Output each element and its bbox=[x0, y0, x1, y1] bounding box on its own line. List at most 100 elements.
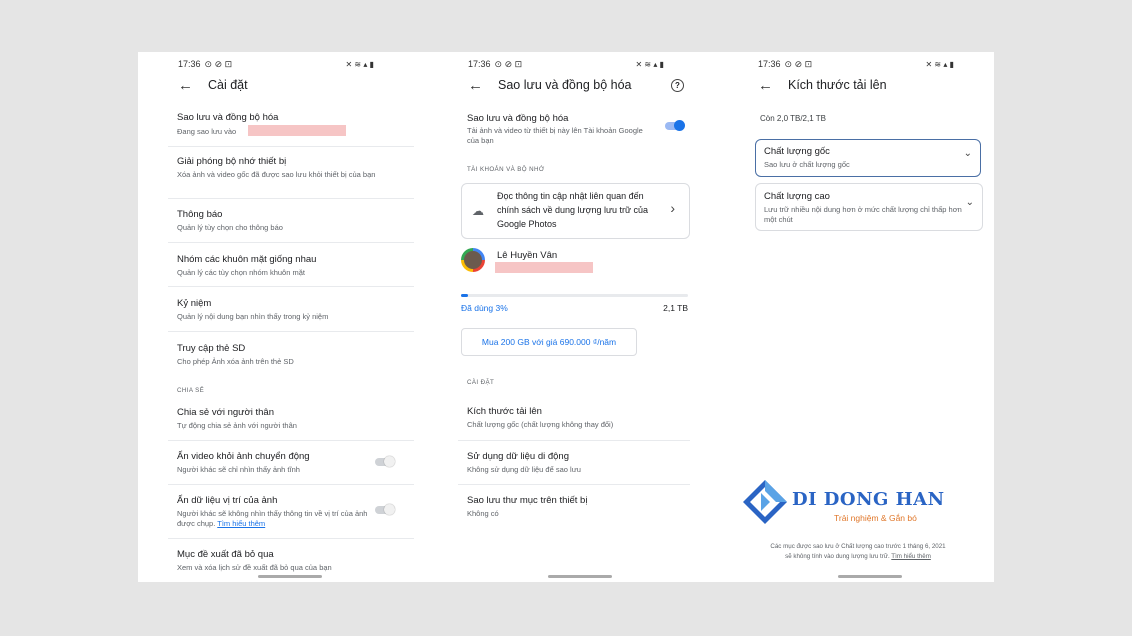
item-subtitle: Người khác sẽ không nhìn thấy thông tin … bbox=[177, 509, 368, 528]
avatar bbox=[461, 248, 485, 272]
account-name: Lê Huyền Vân bbox=[497, 250, 558, 261]
item-title: Kích thước tải lên bbox=[467, 406, 542, 417]
motion-video-toggle[interactable] bbox=[375, 456, 395, 467]
section-header-account: TÀI KHOẢN VÀ BỘ NHỚ bbox=[467, 166, 545, 173]
item-subtitle: Không có bbox=[467, 509, 499, 518]
item-title: Kỷ niệm bbox=[177, 298, 212, 309]
option-original-quality[interactable]: Chất lượng gốc Sao lưu ở chất lượng gốc … bbox=[755, 139, 981, 177]
phone-settings: 17:36 ⊙ ⊘ ⊡ ✕ ≋ ▴ ▮ ← Cài đặt Sao lưu và … bbox=[138, 52, 414, 582]
item-title: Chia sẻ với người thân bbox=[177, 407, 274, 418]
back-arrow-icon[interactable]: ← bbox=[468, 77, 498, 94]
item-title: Ẩn dữ liệu vị trí của ảnh bbox=[177, 495, 278, 506]
didonghan-logo-icon bbox=[743, 480, 787, 524]
watermark-tagline: Trải nghiệm & Gắn bó bbox=[834, 513, 917, 523]
section-header-share: CHIA SẺ bbox=[177, 387, 205, 394]
redacted-email bbox=[495, 262, 593, 273]
item-subtitle: Quản lý tùy chọn cho thông báo bbox=[177, 223, 283, 232]
redacted-email bbox=[248, 125, 346, 136]
storage-bar bbox=[461, 294, 688, 297]
policy-update-card[interactable]: ☁ Đọc thông tin cập nhật liên quan đến c… bbox=[461, 183, 690, 239]
help-icon[interactable]: ? bbox=[671, 78, 684, 92]
item-subtitle: Tự động chia sẻ ảnh với người thân bbox=[177, 421, 297, 430]
learn-more-link[interactable]: Tìm hiểu thêm bbox=[891, 553, 931, 560]
setting-device-folders[interactable]: Sao lưu thư mục trên thiết bị Không có bbox=[458, 484, 704, 528]
status-time: 17:36 bbox=[758, 59, 781, 69]
backup-subtitle: Tải ảnh và video từ thiết bị này lên Tài… bbox=[467, 126, 643, 145]
item-title: Ẩn video khỏi ảnh chuyển động bbox=[177, 451, 310, 462]
option-high-quality[interactable]: Chất lượng cao Lưu trữ nhiều nội dung hơ… bbox=[755, 183, 983, 231]
item-title: Truy cập thẻ SD bbox=[177, 343, 246, 354]
settings-item-free-up[interactable]: Giải phóng bộ nhớ thiết bị Xóa ảnh và vi… bbox=[168, 146, 414, 199]
settings-item-sd-card[interactable]: Truy cập thẻ SD Cho phép Ảnh xóa ảnh trê… bbox=[168, 331, 414, 376]
notification-icon: ⊙ ⊘ ⊡ bbox=[494, 58, 523, 69]
status-bar: 17:36 ⊙ ⊘ ⊡ ✕ ≋ ▴ ▮ bbox=[468, 57, 664, 71]
backup-toggle-row[interactable]: Sao lưu và đồng bộ hóa Tải ảnh và video … bbox=[458, 110, 704, 152]
learn-more-link[interactable]: Tìm hiểu thêm bbox=[217, 519, 265, 528]
setting-mobile-data[interactable]: Sử dụng dữ liệu di động Không sử dụng dữ… bbox=[458, 440, 690, 485]
backup-title: Sao lưu và đồng bộ hóa bbox=[467, 113, 569, 124]
watermark-brand: DI DONG HAN bbox=[792, 489, 945, 510]
status-bar: 17:36 ⊙ ⊘ ⊡ ✕ ≋ ▴ ▮ bbox=[758, 57, 954, 71]
settings-item-notifications[interactable]: Thông báo Quản lý tùy chọn cho thông báo bbox=[168, 198, 414, 243]
item-subtitle: Quản lý nội dung bạn nhìn thấy trong kỷ … bbox=[177, 312, 329, 321]
chevron-down-icon: ⌄ bbox=[965, 197, 974, 208]
status-time: 17:36 bbox=[178, 59, 201, 69]
option-subtitle: Sao lưu ở chất lượng gốc bbox=[764, 160, 850, 169]
back-arrow-icon[interactable]: ← bbox=[758, 77, 788, 94]
storage-bar-fill bbox=[461, 294, 468, 297]
option-title: Chất lượng cao bbox=[764, 191, 830, 202]
item-title: Sao lưu thư mục trên thiết bị bbox=[467, 495, 588, 506]
section-header-settings: CÀI ĐẶT bbox=[467, 379, 495, 386]
item-subtitle: Cho phép Ảnh xóa ảnh trên thẻ SD bbox=[177, 357, 294, 366]
chevron-right-icon: › bbox=[670, 200, 675, 216]
buy-storage-button[interactable]: Mua 200 GB với giá 690.000 ₫/năm bbox=[461, 328, 637, 356]
page-title: Kích thước tải lên bbox=[788, 78, 887, 92]
settings-item-face-grouping[interactable]: Nhóm các khuôn mặt giống nhau Quản lý cá… bbox=[168, 242, 414, 287]
phone-backup-sync: 17:36 ⊙ ⊘ ⊡ ✕ ≋ ▴ ▮ ← Sao lưu và đồng bộ … bbox=[428, 52, 704, 582]
item-subtitle: Đang sao lưu vào bbox=[177, 127, 237, 136]
notification-icon: ⊙ ⊘ ⊡ bbox=[204, 58, 233, 69]
option-title: Chất lượng gốc bbox=[764, 146, 830, 157]
settings-item-hide-location[interactable]: Ẩn dữ liệu vị trí của ảnh Người khác sẽ … bbox=[168, 484, 414, 539]
location-toggle[interactable] bbox=[375, 504, 395, 515]
gesture-nav-bar[interactable] bbox=[838, 575, 902, 578]
cloud-icon: ☁ bbox=[472, 204, 484, 218]
settings-item-memories[interactable]: Kỷ niệm Quản lý nội dung bạn nhìn thấy t… bbox=[168, 286, 414, 332]
item-subtitle: Người khác sẽ chỉ nhìn thấy ảnh tĩnh bbox=[177, 465, 300, 474]
status-time: 17:36 bbox=[468, 59, 491, 69]
item-title: Thông báo bbox=[177, 209, 223, 220]
settings-item-partner-sharing[interactable]: Chia sẻ với người thân Tự động chia sẻ ả… bbox=[168, 397, 414, 441]
storage-total: 2,1 TB bbox=[663, 303, 688, 313]
item-title: Sử dụng dữ liệu di động bbox=[467, 451, 569, 462]
item-title: Mục đề xuất đã bỏ qua bbox=[177, 549, 274, 560]
item-subtitle: Chất lượng gốc (chất lượng không thay đổ… bbox=[467, 420, 614, 429]
status-bar: 17:36 ⊙ ⊘ ⊡ ✕ ≋ ▴ ▮ bbox=[178, 57, 374, 71]
setting-upload-size[interactable]: Kích thước tải lên Chất lượng gốc (chất … bbox=[458, 396, 690, 441]
screenshot-canvas: 17:36 ⊙ ⊘ ⊡ ✕ ≋ ▴ ▮ ← Cài đặt Sao lưu và … bbox=[138, 52, 994, 582]
settings-item-hide-motion-video[interactable]: Ẩn video khỏi ảnh chuyển động Người khác… bbox=[168, 440, 414, 485]
settings-item-backup[interactable]: Sao lưu và đồng bộ hóa Đang sao lưu vào bbox=[168, 110, 414, 147]
storage-used: Đã dùng 3% bbox=[461, 303, 508, 313]
policy-text: Đọc thông tin cập nhật liên quan đến chí… bbox=[497, 191, 649, 229]
signal-icons: ✕ ≋ ▴ ▮ bbox=[345, 59, 375, 69]
notification-icon: ⊙ ⊘ ⊡ bbox=[784, 58, 813, 69]
storage-remaining: Còn 2,0 TB/2,1 TB bbox=[760, 114, 826, 123]
page-title: Sao lưu và đồng bộ hóa bbox=[498, 78, 632, 92]
signal-icons: ✕ ≋ ▴ ▮ bbox=[925, 59, 955, 69]
page-title: Cài đặt bbox=[208, 78, 248, 92]
gesture-nav-bar[interactable] bbox=[548, 575, 612, 578]
item-subtitle: Xóa ảnh và video gốc đã được sao lưu khỏ… bbox=[177, 170, 376, 179]
item-subtitle: Quản lý các tùy chọn nhóm khuôn mặt bbox=[177, 268, 305, 277]
gesture-nav-bar[interactable] bbox=[258, 575, 322, 578]
item-subtitle: Xem và xóa lịch sử đề xuất đã bỏ qua của… bbox=[177, 563, 332, 572]
footer-note: Các mục được sao lưu ở Chất lượng cao tr… bbox=[768, 542, 948, 562]
back-arrow-icon[interactable]: ← bbox=[178, 77, 208, 94]
signal-icons: ✕ ≋ ▴ ▮ bbox=[635, 59, 665, 69]
backup-toggle[interactable] bbox=[665, 120, 685, 131]
item-title: Sao lưu và đồng bộ hóa bbox=[177, 112, 279, 123]
item-title: Nhóm các khuôn mặt giống nhau bbox=[177, 254, 317, 265]
item-title: Giải phóng bộ nhớ thiết bị bbox=[177, 156, 287, 167]
chevron-down-icon: ⌄ bbox=[963, 148, 972, 159]
option-subtitle: Lưu trữ nhiều nội dung hơn ở mức chất lư… bbox=[764, 205, 962, 224]
item-subtitle-wrap: Người khác sẽ không nhìn thấy thông tin … bbox=[177, 509, 372, 529]
